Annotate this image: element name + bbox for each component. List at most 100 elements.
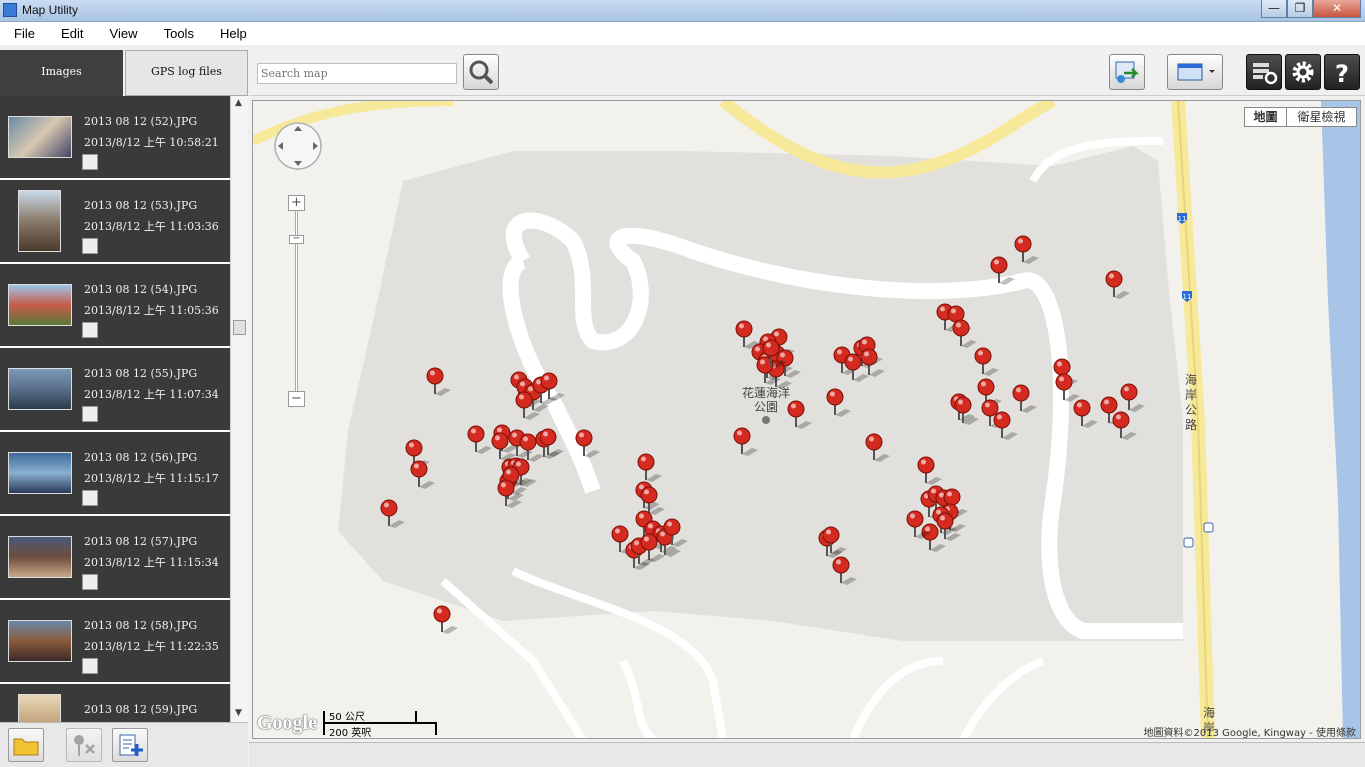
geotag-link-icon[interactable] [82,490,98,506]
image-thumbnail [8,452,72,494]
map-settings-icon [1253,63,1278,85]
image-thumbnail [8,284,72,326]
map-copyright[interactable]: 地圖資料©2013 Google, Kingway - 使用條款 [1144,724,1356,738]
image-filename: 2013 08 12 (55).JPG [84,367,198,380]
panel-tabs: Images GPS log files [0,48,248,96]
list-item[interactable]: 2013 08 12 (55).JPG 2013/8/12 上午 11:07:3… [0,348,230,432]
image-filename: 2013 08 12 (57).JPG [84,535,198,548]
export-button[interactable] [1109,54,1145,90]
zoom-in-button[interactable]: + [288,195,305,211]
help-button[interactable]: ? [1324,54,1360,90]
map-toolbar: ? [249,48,1365,96]
add-log-button[interactable] [112,728,148,762]
preferences-button[interactable] [1285,54,1321,90]
svg-text:?: ? [1335,60,1349,88]
map-type-satellite-button[interactable]: 衛星檢視 [1286,107,1357,127]
list-item[interactable]: 2013 08 12 (58).JPG 2013/8/12 上午 11:22:3… [0,600,230,684]
menu-help[interactable]: Help [220,22,247,41]
scale-imperial-label: 200 英呎 [329,728,372,739]
menu-tools[interactable]: Tools [164,22,194,41]
tab-images[interactable]: Images [0,50,123,96]
image-date: 2013/8/12 上午 11:05:36 [84,304,219,317]
scroll-down-icon[interactable]: ▼ [235,708,242,718]
image-list-toolbar [0,722,248,767]
map-settings-button[interactable] [1246,54,1282,90]
geotag-link-icon[interactable] [82,658,98,674]
map-view[interactable]: 11 11 + − − 地圖 衛星檢視 花蓮海洋 公園 海岸公路 海岸 Goog… [252,100,1361,739]
image-thumbnail [18,694,61,722]
geotag-link-icon[interactable] [82,154,98,170]
zoom-control: + − − [288,195,306,409]
pin-remove-icon [74,735,95,756]
search-input[interactable] [257,63,457,84]
image-filename: 2013 08 12 (52).JPG [84,115,198,128]
tab-gps-log-files[interactable]: GPS log files [125,50,248,96]
close-button[interactable]: ✕ [1313,0,1361,18]
list-item[interactable]: 2013 08 12 (53).JPG 2013/8/12 上午 11:03:3… [0,180,230,264]
menu-edit[interactable]: Edit [61,22,83,41]
route-number-label: 11 [1183,293,1192,301]
list-item[interactable]: 2013 08 12 (52).JPG 2013/8/12 上午 10:58:2… [0,96,230,180]
title-bar: Map Utility — ❐ ✕ [0,0,1365,22]
geotag-link-icon[interactable] [82,574,98,590]
search-button[interactable] [463,54,499,90]
search-icon [469,60,494,85]
window-mode-dropdown[interactable] [1167,54,1223,90]
scroll-thumb[interactable] [233,320,246,335]
route-number-label: 11 [1178,215,1187,223]
scale-bar: 50 公尺 200 英呎 [323,711,437,738]
image-list-scrollbar[interactable]: ▲ ▼ [230,96,248,722]
google-logo: Google [257,712,317,734]
image-date: 2013/8/12 上午 11:03:36 [84,220,219,233]
open-folder-button[interactable] [8,728,44,762]
image-date: 2013/8/12 上午 11:22:35 [84,640,219,653]
image-thumbnail [18,190,61,252]
gear-icon [1292,61,1314,83]
zoom-out-button[interactable]: − [288,391,305,407]
image-thumbnail [8,116,72,158]
map-type-map-button[interactable]: 地圖 [1244,107,1286,127]
image-thumbnail [8,620,72,662]
status-bar [249,742,1365,767]
scroll-up-icon[interactable]: ▲ [235,98,242,108]
poi-icon [762,416,770,424]
menu-bar: File Edit View Tools Help [0,22,1365,45]
poi-label: 花蓮海洋 公園 [741,386,790,414]
image-filename: 2013 08 12 (54).JPG [84,283,198,296]
bus-stop-icon [1203,522,1214,533]
add-document-icon [119,734,143,756]
geotag-link-icon[interactable] [82,406,98,422]
list-item[interactable]: 2013 08 12 (54).JPG 2013/8/12 上午 11:05:3… [0,264,230,348]
folder-icon [13,738,39,756]
menu-file[interactable]: File [14,22,35,41]
help-icon: ? [1335,60,1349,88]
scale-metric-label: 50 公尺 [329,712,365,723]
image-list: 2013 08 12 (52).JPG 2013/8/12 上午 10:58:2… [0,96,230,722]
image-date: 2013/8/12 上午 10:58:21 [84,136,219,149]
zoom-slider-thumb[interactable]: − [289,234,304,244]
window-title: Map Utility [22,3,79,17]
road-label: 海岸公路 [1185,373,1198,432]
image-filename: 2013 08 12 (53).JPG [84,199,198,212]
geotag-link-icon[interactable] [82,322,98,338]
image-date: 2013/8/12 上午 11:15:17 [84,472,219,485]
image-filename: 2013 08 12 (58).JPG [84,619,198,632]
list-item[interactable]: 2013 08 12 (57).JPG 2013/8/12 上午 11:15:3… [0,516,230,600]
geotag-link-icon[interactable] [82,238,98,254]
list-item[interactable]: 2013 08 12 (56).JPG 2013/8/12 上午 11:15:1… [0,432,230,516]
map-marker[interactable] [433,605,458,634]
image-filename: 2013 08 12 (59).JPG [84,703,198,716]
image-thumbnail [8,536,72,578]
remove-geotag-button[interactable] [66,728,102,762]
list-item[interactable]: 2013 08 12 (59).JPG [0,684,230,722]
maximize-button[interactable]: ❐ [1287,0,1313,18]
image-thumbnail [8,368,72,410]
pan-control[interactable] [273,121,325,173]
bus-stop-icon [1183,537,1194,548]
image-filename: 2013 08 12 (56).JPG [84,451,198,464]
menu-view[interactable]: View [110,22,138,41]
app-icon [3,3,17,17]
window-icon [1177,63,1215,81]
image-date: 2013/8/12 上午 11:15:34 [84,556,219,569]
minimize-button[interactable]: — [1261,0,1287,18]
